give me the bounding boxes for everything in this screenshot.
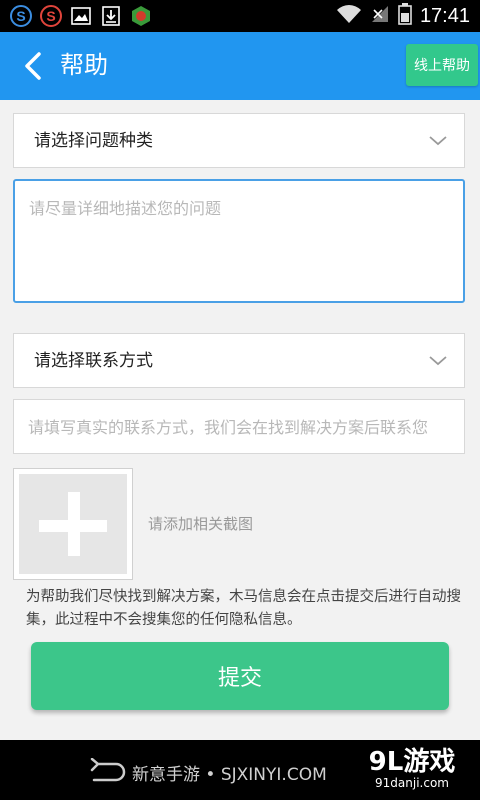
game-app-icon xyxy=(130,5,152,27)
s-app-icon-blue: S xyxy=(10,5,32,27)
contact-method-label: 请选择联系方式 xyxy=(34,351,153,371)
logo-main-text: 9L游戏 xyxy=(368,747,456,777)
clock: 17:41 xyxy=(419,4,470,27)
system-icons: 17:41 xyxy=(336,0,470,32)
page-title: 帮助 xyxy=(60,52,108,79)
plus-icon-vertical xyxy=(68,492,80,556)
problem-category-label: 请选择问题种类 xyxy=(34,131,153,151)
submit-button[interactable]: 提交 xyxy=(31,642,449,710)
app-header: 帮助 线上帮助 xyxy=(0,32,480,100)
contact-info-input[interactable]: 请填写真实的联系方式，我们会在找到解决方案后联系您 xyxy=(13,399,465,454)
gallery-icon xyxy=(70,5,92,27)
watermark-text: 新意手游 • SJXINYI.COM xyxy=(132,765,327,785)
navigation-bar: 新意手游 • SJXINYI.COM 9L游戏 91danji.com xyxy=(0,740,480,800)
nav-back-icon[interactable] xyxy=(84,758,128,784)
no-signal-icon xyxy=(370,4,390,28)
privacy-notice: 为帮助我们尽快找到解决方案，木马信息会在点击提交后进行自动搜集，此过程中不会搜集… xyxy=(26,589,461,628)
logo-sub-text: 91danji.com xyxy=(375,776,449,790)
notification-icons: S S xyxy=(10,4,152,28)
chevron-down-icon xyxy=(429,136,447,146)
s-app-icon-red: S xyxy=(40,5,62,27)
online-help-button[interactable]: 线上帮助 xyxy=(406,44,478,86)
status-bar: S S 17:41 xyxy=(0,0,480,32)
download-icon xyxy=(100,5,122,27)
svg-text:S: S xyxy=(46,8,55,24)
add-screenshot-label: 请添加相关截图 xyxy=(148,515,254,533)
svg-text:S: S xyxy=(16,8,25,24)
add-screenshot-placeholder xyxy=(19,474,127,574)
problem-description-input[interactable]: 请尽量详细地描述您的问题 xyxy=(13,179,465,303)
contact-info-placeholder: 请填写真实的联系方式，我们会在找到解决方案后联系您 xyxy=(28,418,429,437)
chevron-left-icon xyxy=(25,52,41,80)
problem-category-select[interactable]: 请选择问题种类 xyxy=(13,113,465,168)
wifi-icon xyxy=(336,4,362,28)
back-button[interactable] xyxy=(18,50,48,82)
problem-description-placeholder: 请尽量详细地描述您的问题 xyxy=(29,199,222,218)
battery-icon xyxy=(398,3,412,29)
site-logo: 9L游戏 91danji.com xyxy=(358,748,466,794)
contact-method-select[interactable]: 请选择联系方式 xyxy=(13,333,465,388)
chevron-down-icon xyxy=(429,356,447,366)
add-screenshot-button[interactable] xyxy=(13,468,133,580)
